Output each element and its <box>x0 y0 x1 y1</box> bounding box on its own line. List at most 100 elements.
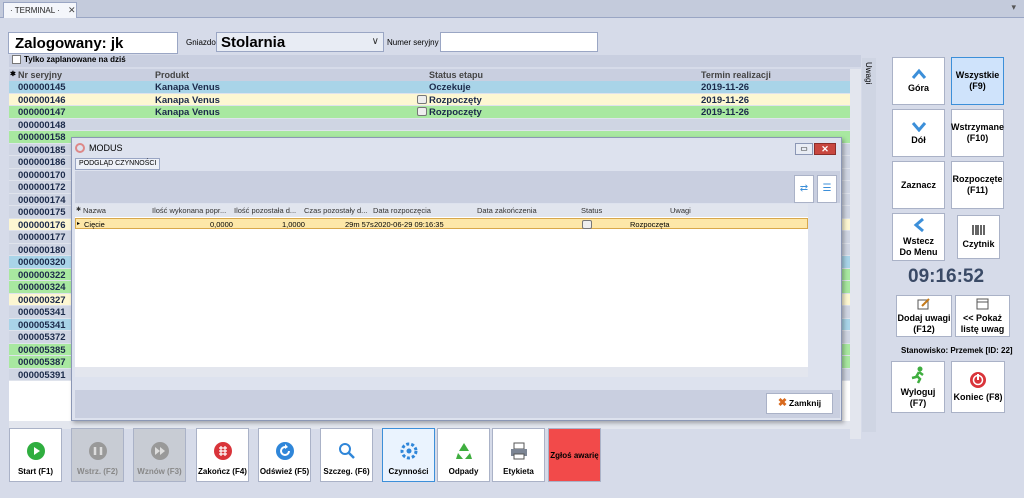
label-button[interactable]: Etykieta <box>492 428 545 482</box>
refresh-label: Odświeź (F5) <box>259 467 310 476</box>
grid-scrollbar[interactable] <box>850 69 861 439</box>
cell-nr: 000005341 <box>18 307 66 318</box>
end-label: Koniec (F8) <box>953 392 1003 402</box>
gniazdo-label: Gniazdo <box>186 38 216 47</box>
show-notes-button[interactable]: << Pokaż listę uwag <box>955 295 1010 337</box>
table-row[interactable]: ▸ Cięcie 0,0000 1,0000 29m 57s 2020-06-2… <box>75 218 808 229</box>
resume-button[interactable]: Wznów (F3) <box>133 428 186 482</box>
main-area: Zalogowany: jk Gniazdo Stolarnia ∨ Numer … <box>0 18 1024 498</box>
add-note-button[interactable]: Dodaj uwagi (F12) <box>896 295 952 337</box>
grid-icon <box>213 442 232 460</box>
modus-logo-icon <box>75 143 85 153</box>
grid-header: ✱ Nr seryjny Produkt Status etapu Termin… <box>9 69 861 81</box>
logout-label: Wyloguj (F7) <box>900 386 936 408</box>
cell-czas: 29m 57s <box>345 220 374 229</box>
restore-icon[interactable]: ▭ <box>795 143 813 155</box>
waste-button[interactable]: Odpady <box>437 428 490 482</box>
chevron-left-icon <box>913 217 924 232</box>
cell-nr: 000000324 <box>18 282 66 293</box>
table-row[interactable]: 000000147 Kanapa Venus Rozpoczęty 2019-11-2… <box>9 106 861 119</box>
close-icon[interactable]: ✕ <box>814 143 836 155</box>
pause-button[interactable]: Wstrz. (F2) <box>71 428 124 482</box>
started-button[interactable]: Rozpoczęte (F11) <box>951 161 1004 209</box>
col-produkt[interactable]: Produkt <box>155 70 189 80</box>
close-button[interactable]: ✖ Zamknij <box>766 393 833 414</box>
table-row[interactable]: 000000146 Kanapa Venus Rozpoczęty 2019-11-2… <box>9 93 861 106</box>
col-data-roz[interactable]: Data rozpoczęcia <box>373 206 431 215</box>
activities-scrollbar[interactable] <box>808 204 840 367</box>
today-filter-row[interactable]: Tylko zaplanowane na dziś <box>9 55 861 67</box>
started-button-label: Rozpoczęte (F11) <box>952 174 1003 195</box>
table-row[interactable]: 000000145 Kanapa Venus Oczekuje 2019-11-26 <box>9 81 861 94</box>
logout-button[interactable]: Wyloguj (F7) <box>891 361 945 413</box>
activities-button[interactable]: Czynności <box>382 428 435 482</box>
tab-activities-preview[interactable]: PODGLĄD CZYNNOŚCI <box>75 158 161 170</box>
cell-nr: 000000170 <box>18 169 66 181</box>
back-to-menu-button[interactable]: Wstecz Do Menu <box>892 213 945 261</box>
cell-nr: 000005385 <box>18 344 66 356</box>
cell-produkt: Kanapa Venus <box>155 82 220 93</box>
down-button[interactable]: Dół <box>892 109 945 157</box>
label-button-label: Etykieta <box>503 467 534 476</box>
tab-terminal[interactable]: · TERMINAL · ✕ <box>3 2 77 18</box>
table-row[interactable]: 000000148 <box>9 118 861 131</box>
refresh-icon <box>275 442 294 460</box>
sync-icon[interactable]: ⇄ <box>794 175 814 203</box>
paused-button[interactable]: Wstrzymane (F10) <box>951 109 1004 157</box>
today-checkbox[interactable] <box>12 55 21 65</box>
col-data-zak[interactable]: Data zakończenia <box>477 206 537 215</box>
cell-nr: 000000172 <box>18 182 66 193</box>
window-icon <box>976 298 988 309</box>
gniazdo-select[interactable]: Stolarnia ∨ <box>216 32 384 52</box>
col-uwagi[interactable]: Uwagi <box>670 206 691 215</box>
cell-nr: 000000327 <box>18 294 66 306</box>
cell-nr: 000005341 <box>18 319 66 331</box>
cell-nr: 000000158 <box>18 132 66 143</box>
modal-title: MODUS <box>89 143 123 153</box>
running-man-icon <box>911 366 924 384</box>
col-czas[interactable]: Czas pozostały d... <box>304 206 367 215</box>
tab-label: · TERMINAL · <box>10 6 60 15</box>
play-icon <box>26 442 45 460</box>
col-termin[interactable]: Termin realizacji <box>701 70 771 80</box>
col-status[interactable]: Status etapu <box>429 70 483 80</box>
window-menu-icon[interactable]: ▾ <box>1011 2 1016 13</box>
cell-produkt: Kanapa Venus <box>155 94 220 106</box>
chevron-down-icon <box>911 122 926 132</box>
cell-nr: 000000145 <box>18 82 66 93</box>
select-button-label: Zaznacz <box>900 179 936 190</box>
recycle-icon <box>455 443 472 459</box>
activities-grid[interactable]: ✱ Nazwa Ilość wykonana popr... Ilość poz… <box>75 204 808 367</box>
cell-nazwa: Cięcie <box>84 220 105 229</box>
col-nr[interactable]: Nr seryjny <box>18 70 62 80</box>
status-icon <box>417 94 427 104</box>
edit-icon <box>917 297 930 309</box>
notes-side-tab[interactable]: Uwagi <box>862 58 876 432</box>
details-button[interactable]: Szczeg. (F6) <box>320 428 373 482</box>
modal-toolbar <box>75 171 840 203</box>
activities-hscrollbar[interactable] <box>75 367 808 377</box>
select-button[interactable]: Zaznacz <box>892 161 945 209</box>
start-button[interactable]: Start (F1) <box>9 428 62 482</box>
today-checkbox-label: Tylko zaplanowane na dziś <box>24 55 126 64</box>
cell-nr: 000000176 <box>18 219 66 231</box>
col-ilosc-poz[interactable]: Ilość pozostała d... <box>234 206 296 215</box>
gniazdo-value: Stolarnia <box>221 34 286 51</box>
serial-input[interactable] <box>440 32 598 52</box>
report-failure-button[interactable]: Zgłoś awarię <box>548 428 601 482</box>
cell-status: Rozpoczęta <box>630 220 670 229</box>
all-button[interactable]: Wszystkie (F9) <box>951 57 1004 105</box>
finish-button[interactable]: Zakończ (F4) <box>196 428 249 482</box>
reader-button[interactable]: Czytnik <box>957 215 1000 259</box>
cell-nr: 000000320 <box>18 257 66 268</box>
col-ilosc-wyk[interactable]: Ilość wykonana popr... <box>152 206 226 215</box>
cell-termin: 2019-11-26 <box>701 107 750 118</box>
tab-close-icon[interactable]: ✕ <box>68 5 76 16</box>
close-x-icon: ✖ <box>777 397 788 409</box>
refresh-button[interactable]: Odświeź (F5) <box>258 428 311 482</box>
end-button[interactable]: Koniec (F8) <box>951 361 1005 413</box>
col-nazwa[interactable]: Nazwa <box>83 206 106 215</box>
col-status[interactable]: Status <box>581 206 602 215</box>
list-icon[interactable]: ☰ <box>817 175 837 203</box>
up-button[interactable]: Góra <box>892 57 945 105</box>
